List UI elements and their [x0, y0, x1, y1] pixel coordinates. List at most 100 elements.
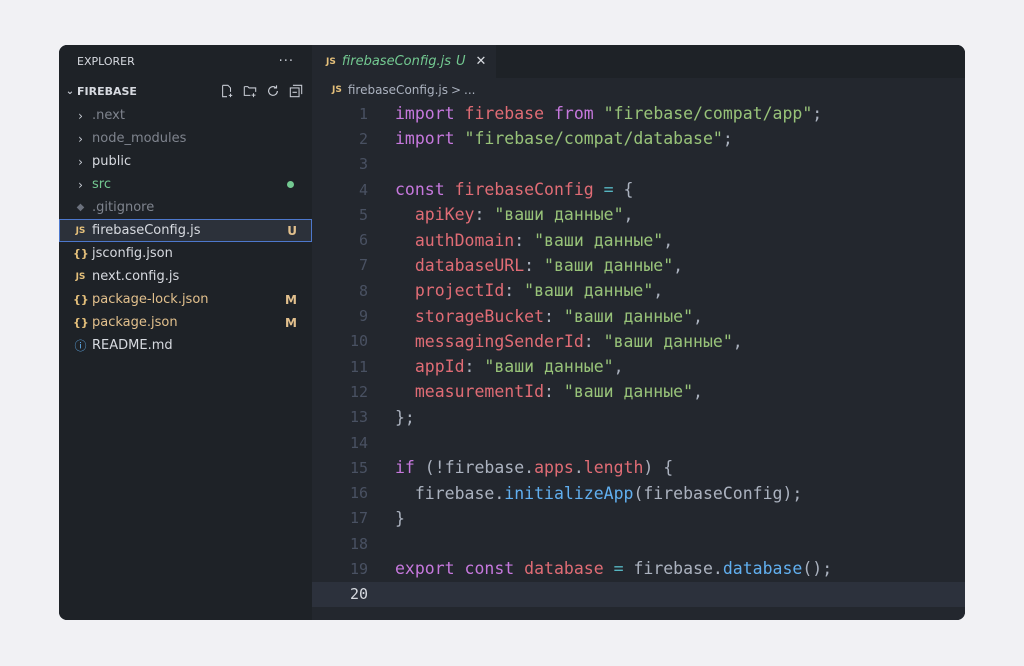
tree-item-label: src	[92, 177, 111, 192]
line-number: 20	[349, 585, 368, 604]
tree-item-label: .gitignore	[92, 200, 155, 215]
code-token: ,	[732, 331, 743, 351]
code-token: =	[613, 559, 624, 579]
breadcrumb: JS firebaseConfig.js > ...	[312, 78, 965, 101]
code-line: 2 import "firebase/compat/database";	[312, 126, 965, 151]
collapse-all-icon[interactable]	[288, 83, 304, 99]
tree-item[interactable]: › src	[59, 173, 312, 196]
tree-item[interactable]: {} package-lock.json M	[59, 288, 312, 311]
new-folder-icon[interactable]	[242, 83, 258, 99]
code-line: 5 apiKey: "ваши данные",	[312, 202, 965, 227]
tree-item[interactable]: ◆ .gitignore	[59, 196, 312, 219]
vscode-window: EXPLORER ··· ⌄ FIREBASE › .next › node_m…	[59, 45, 965, 620]
code-token: "ваши данные"	[563, 382, 694, 402]
tree-item[interactable]: JS next.config.js	[59, 265, 312, 288]
code-token: "ваши данные"	[524, 281, 654, 301]
folder-header[interactable]: ⌄ FIREBASE	[59, 78, 312, 104]
tab-bar: JS firebaseConfig.js U ✕	[312, 45, 965, 78]
line-source: apiKey: "ваши данные",	[395, 205, 634, 225]
code-token: const	[395, 180, 445, 200]
breadcrumb-separator: >	[450, 82, 462, 97]
code-token: :	[524, 255, 545, 275]
breadcrumb-rest[interactable]: ...	[464, 83, 475, 97]
code-token: "ваши данные"	[494, 205, 624, 225]
code-token: "ваши данные"	[544, 255, 674, 275]
code-token: firebase	[444, 458, 525, 478]
code-token: "firebase/compat/app"	[603, 104, 813, 124]
line-number: 5	[358, 205, 368, 224]
tree-item[interactable]: ⓘ README.md	[59, 334, 312, 357]
code-token: ();	[802, 559, 833, 579]
code-token: "firebase/compat/database"	[464, 129, 723, 149]
line-number: 17	[349, 509, 368, 528]
breadcrumb-file[interactable]: firebaseConfig.js	[348, 83, 448, 97]
code-token: import	[395, 129, 455, 149]
code-line: 15 if (!firebase.apps.length) {	[312, 455, 965, 480]
git-status-badge: M	[285, 292, 297, 307]
line-number: 14	[349, 433, 368, 452]
code-area[interactable]: 1 import firebase from "firebase/compat/a…	[312, 101, 965, 607]
code-token: initializeApp	[504, 483, 634, 503]
code-token: :	[583, 331, 604, 351]
line-number: 7	[358, 256, 368, 275]
tree-item[interactable]: {} jsconfig.json	[59, 242, 312, 265]
code-token: =	[603, 180, 614, 200]
code-token: :	[474, 205, 495, 225]
code-token: apps	[534, 458, 574, 478]
tree-item[interactable]: › public	[59, 150, 312, 173]
line-source: firebase.initializeApp(firebaseConfig);	[395, 484, 802, 503]
code-token: :	[504, 281, 525, 301]
line-source: import "firebase/compat/database";	[395, 129, 733, 148]
line-number: 8	[358, 281, 368, 300]
code-token: .	[573, 458, 584, 478]
code-line: 20	[312, 581, 965, 607]
tree-item[interactable]: › .next	[59, 104, 312, 127]
more-actions-icon[interactable]: ···	[279, 54, 294, 69]
line-number: 6	[358, 231, 368, 250]
refresh-icon[interactable]	[265, 83, 281, 99]
line-number: 3	[358, 155, 368, 174]
code-token: messagingSenderId	[414, 331, 584, 351]
tree-item-label: public	[92, 154, 132, 169]
js-file-icon: JS	[75, 225, 86, 236]
tree-item-label: jsconfig.json	[92, 246, 173, 261]
code-token: ,	[653, 281, 664, 301]
line-number: 19	[349, 559, 368, 578]
code-token: ;	[812, 104, 823, 124]
tree-item[interactable]: {} package.json M	[59, 311, 312, 334]
code-token: :	[544, 306, 564, 326]
code-token: firebase	[464, 104, 545, 124]
new-file-icon[interactable]	[219, 83, 235, 99]
tree-item[interactable]: › node_modules	[59, 127, 312, 150]
code-token: ) {	[643, 458, 674, 478]
json-file-icon: {}	[73, 316, 89, 329]
line-source: measurementId: "ваши данные",	[395, 382, 703, 401]
code-token: (!	[414, 458, 445, 478]
code-token: database	[524, 559, 604, 579]
js-file-icon: JS	[75, 271, 86, 282]
code-line: 18	[312, 531, 965, 556]
line-source: const firebaseConfig = {	[395, 180, 633, 199]
tree-item-label: package-lock.json	[92, 292, 209, 307]
code-token: apiKey	[414, 205, 475, 225]
close-icon[interactable]: ✕	[476, 54, 487, 69]
code-token: ,	[693, 306, 703, 326]
code-line: 13};	[312, 405, 965, 430]
code-token: };	[395, 407, 415, 427]
code-line: 9 storageBucket: "ваши данные",	[312, 303, 965, 328]
code-token: const	[464, 559, 515, 579]
code-line: 11 appId: "ваши данные",	[312, 354, 965, 379]
tab-firebase-config[interactable]: JS firebaseConfig.js U ✕	[312, 45, 497, 78]
tree-item-label: package.json	[92, 315, 178, 330]
code-token: length	[583, 458, 644, 478]
tree-item[interactable]: JS firebaseConfig.js U	[59, 219, 312, 242]
